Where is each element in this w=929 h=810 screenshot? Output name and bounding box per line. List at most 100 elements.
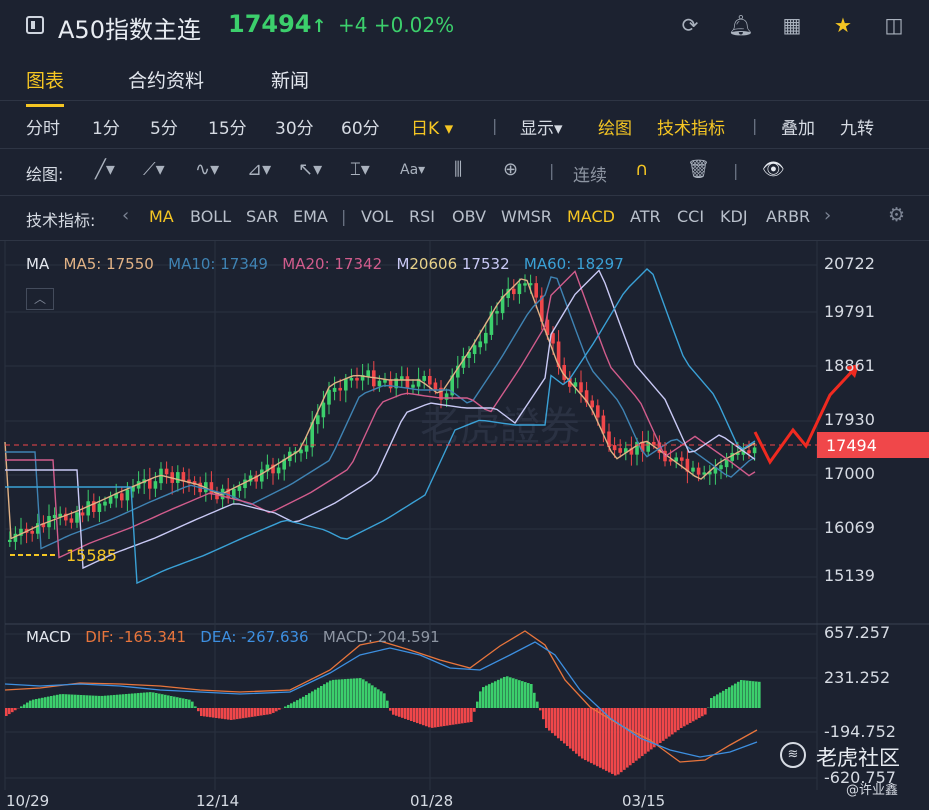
candle-body <box>596 405 600 418</box>
macd-bar <box>260 708 263 716</box>
star-icon[interactable]: ★ <box>830 12 856 38</box>
candle-body <box>142 479 146 484</box>
candle-body <box>19 528 23 536</box>
chevron-left-icon[interactable]: ‹ <box>122 205 129 226</box>
chevron-right-icon[interactable]: › <box>824 205 831 226</box>
indicator-boll[interactable]: BOLL <box>190 207 231 226</box>
candle-body <box>640 441 645 452</box>
wave-tool-icon[interactable]: ∿▾ <box>195 159 219 180</box>
arrow-tool-icon[interactable]: ↖▾ <box>298 159 322 180</box>
indicator-label: 技术指标: <box>26 211 96 230</box>
indicator-obv[interactable]: OBV <box>452 207 486 226</box>
indicator-arbr[interactable]: ARBR <box>766 207 810 226</box>
period-5m[interactable]: 5分 <box>150 114 178 139</box>
magnet-icon[interactable]: ∩ <box>635 159 648 180</box>
macd-bar <box>602 708 605 770</box>
eye-icon[interactable]: 👁︎ <box>762 159 785 180</box>
macd-bar <box>695 708 698 720</box>
period-15m[interactable]: 15分 <box>208 114 247 139</box>
candle-body <box>321 402 326 418</box>
indicator-sar[interactable]: SAR <box>246 207 279 226</box>
candle-body <box>713 467 718 474</box>
fib-tool-icon[interactable]: ⊿▾ <box>247 159 271 180</box>
candle-body <box>8 539 12 542</box>
period-timeshare[interactable]: 分时 <box>26 114 60 139</box>
candle-body <box>24 528 29 533</box>
macd-bar <box>35 699 38 708</box>
text-tool-icon[interactable]: Aa▾ <box>400 162 425 178</box>
macd-bar <box>476 701 479 708</box>
macd-bar <box>551 708 554 734</box>
macd-bar <box>350 678 353 708</box>
indicator-ma[interactable]: MA <box>149 207 174 226</box>
macd-bar <box>323 684 326 708</box>
trash-icon[interactable]: 🗑︎ <box>687 159 710 180</box>
tech-indicator-toggle[interactable]: 技术指标 <box>657 114 725 139</box>
watermark: 老虎證券 <box>420 404 580 450</box>
chevron-down-icon: ▾ <box>444 119 454 139</box>
candle-body <box>444 393 449 400</box>
candle-body <box>299 449 303 454</box>
candle-body <box>304 445 309 452</box>
period-60m[interactable]: 60分 <box>341 114 380 139</box>
panel-icon[interactable]: ◫ <box>881 12 907 38</box>
macd-bar <box>425 708 428 727</box>
candle-body <box>652 441 656 445</box>
measure-tool-icon[interactable]: ⌶▾ <box>350 159 370 180</box>
macd-bar <box>647 708 650 752</box>
candle-body <box>741 450 746 455</box>
polyline-tool-icon[interactable]: ⟋▾ <box>143 159 165 180</box>
macd-bar <box>665 708 668 739</box>
indicator-ema[interactable]: EMA <box>293 207 328 226</box>
macd-bar <box>284 706 287 708</box>
indicator-vol[interactable]: VOL <box>361 207 393 226</box>
candle-tool-icon[interactable]: ⫼ <box>454 159 462 180</box>
macd-bar <box>185 699 188 708</box>
candle-body <box>528 283 533 286</box>
overlay-button[interactable]: 叠加 <box>781 114 815 139</box>
macd-bar <box>686 708 689 725</box>
nine-turn-button[interactable]: 九转 <box>840 114 874 139</box>
macd-bar <box>407 708 410 720</box>
candle-body <box>316 415 320 425</box>
grid-icon[interactable]: ▦ <box>779 12 805 38</box>
candle-body <box>405 376 410 388</box>
sidebar-toggle-icon[interactable] <box>26 16 44 34</box>
macd-bar <box>479 691 482 708</box>
indicator-atr[interactable]: ATR <box>630 207 661 226</box>
macd-bar <box>50 696 53 708</box>
display-menu[interactable]: 显示▾ <box>520 114 563 139</box>
period-1m[interactable]: 1分 <box>92 114 120 139</box>
line-tool-icon[interactable]: ╱▾ <box>95 159 115 180</box>
indicator-wmsr[interactable]: WMSR <box>501 207 552 226</box>
macd-bar <box>329 680 332 708</box>
indicator-macd[interactable]: MACD <box>567 207 615 226</box>
settings-gear-icon[interactable]: ⚙ <box>888 204 905 226</box>
refresh-icon[interactable]: ⟳ <box>677 12 703 38</box>
macd-bar <box>620 708 623 773</box>
indicator-rsi[interactable]: RSI <box>409 207 435 226</box>
bell-icon[interactable]: 🔔︎ <box>728 12 754 38</box>
macd-bar <box>74 694 77 708</box>
indicator-separator: | <box>341 207 347 226</box>
candle-body <box>153 481 158 489</box>
macd-bar <box>317 687 320 708</box>
macd-bar <box>272 708 275 713</box>
candle-body <box>556 341 561 368</box>
macd-bar <box>380 691 383 708</box>
indicator-cci[interactable]: CCI <box>677 207 704 226</box>
collapse-legend-button[interactable]: ︿ <box>26 288 54 310</box>
tab-contract-info[interactable]: 合约资料 <box>128 66 204 93</box>
macd-bar <box>266 708 269 715</box>
draw-toggle[interactable]: 绘图 <box>598 114 632 139</box>
zoom-icon[interactable]: ⊕ <box>503 159 518 180</box>
tab-chart[interactable]: 图表 <box>26 66 65 107</box>
candle-body <box>64 513 68 521</box>
period-daily[interactable]: 日K ▾ <box>411 114 453 139</box>
candle-body <box>47 516 51 528</box>
macd-bar <box>356 678 359 708</box>
indicator-kdj[interactable]: KDJ <box>720 207 748 226</box>
continuous-toggle[interactable]: 连续 <box>573 161 607 186</box>
period-30m[interactable]: 30分 <box>275 114 314 139</box>
tab-news[interactable]: 新闻 <box>271 66 309 93</box>
